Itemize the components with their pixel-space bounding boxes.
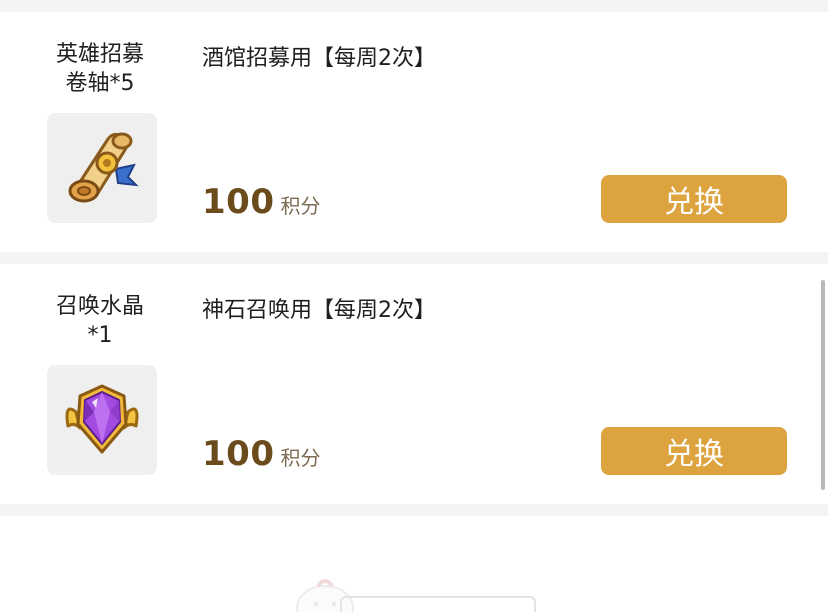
item-name-line2: *1 [87,323,113,348]
price-value: 100 [202,182,275,222]
item-name: 英雄招募 卷轴*5 [38,40,162,98]
empty-state-area [0,516,828,612]
price-unit: 积分 [280,194,321,218]
redeem-list-page: 英雄招募 卷轴*5 酒馆招募用【每周2次】 100 积分 兑换 召唤水晶 *1 … [0,0,828,612]
redeem-button[interactable]: 兑换 [601,175,787,223]
item-price: 100 积分 [202,182,320,222]
item-thumbnail [47,113,157,223]
redeem-button[interactable]: 兑换 [601,427,787,475]
item-name-line1: 召唤水晶 [55,294,144,319]
item-description: 神石召唤用【每周2次】 [202,298,436,323]
item-description: 酒馆招募用【每周2次】 [202,46,436,71]
scroll-icon [68,132,139,203]
item-price: 100 积分 [202,434,320,474]
item-name: 召唤水晶 *1 [38,292,162,350]
crystal-icon [65,384,139,454]
item-name-line2: 卷轴*5 [65,71,135,96]
list-item: 英雄招募 卷轴*5 酒馆招募用【每周2次】 100 积分 兑换 [0,12,828,252]
empty-state-frame [340,596,536,612]
item-thumbnail [47,365,157,475]
list-item: 召唤水晶 *1 神石召唤用【每周2次】 100 积分 兑换 [0,264,828,504]
price-value: 100 [202,434,275,474]
price-unit: 积分 [280,446,321,470]
item-name-line1: 英雄招募 [55,42,144,67]
scrollbar[interactable] [821,280,825,490]
